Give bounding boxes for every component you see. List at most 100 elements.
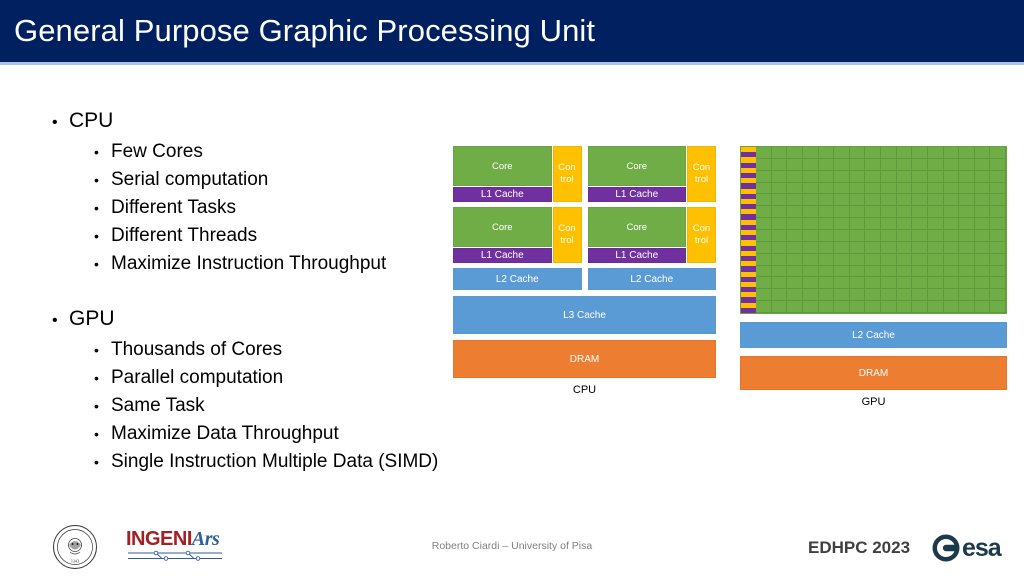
gpu-core-cell (865, 301, 881, 313)
gpu-core-cell (912, 229, 928, 242)
cpu-l2-cache-block: L2 Cache (587, 268, 716, 290)
gpu-core-cell (912, 170, 928, 183)
gpu-core-cell (802, 170, 819, 183)
gpu-core-cell (974, 241, 991, 254)
gpu-core-cell (959, 265, 975, 278)
gpu-core-cell (756, 158, 772, 171)
gpu-core-cell (849, 289, 866, 302)
gpu-core-cell (771, 229, 788, 242)
gpu-core-cell (912, 265, 928, 278)
gpu-core-cell (865, 277, 881, 290)
gpu-core-cell (787, 218, 803, 230)
gpu-core-cell (927, 241, 944, 254)
gpu-core-cell (756, 147, 772, 159)
gpu-core-cell (943, 289, 960, 302)
svg-text:1343: 1343 (71, 559, 79, 564)
gpu-dram-block: DRAM (740, 356, 1007, 390)
gpu-core-cell (990, 229, 1006, 242)
gpu-core-cell (756, 301, 772, 313)
gpu-core-cell (771, 182, 788, 195)
bullet-item-gpu: • GPU (52, 304, 452, 336)
gpu-core-cell (912, 206, 928, 219)
gpu-core-cell (881, 147, 897, 159)
control-label-line2: trol (694, 235, 709, 246)
gpu-core-cell (959, 147, 975, 159)
bullet-marker-icon: • (94, 172, 99, 188)
gpu-core-cell (756, 218, 772, 230)
gpu-core-cell (787, 301, 803, 313)
gpu-core-cell (974, 277, 991, 290)
gpu-core-cell (802, 218, 819, 230)
gpu-core-cell (927, 194, 944, 207)
gpu-core-cell (834, 182, 850, 195)
gpu-core-array (740, 146, 1007, 314)
bullet-subitem: • Few Cores (94, 138, 452, 166)
gpu-diagram-caption: GPU (861, 396, 886, 408)
gpu-core-cell (818, 265, 835, 278)
gpu-core-cell (943, 194, 960, 207)
gpu-core-cell (990, 158, 1006, 171)
cpu-core-row: Core L1 Cache Con trol Core L1 Cache Con… (453, 146, 716, 202)
gpu-core-cell (896, 301, 913, 313)
bullet-marker-icon: • (52, 312, 58, 329)
gpu-core-cell (927, 277, 944, 290)
gpu-core-cell (974, 229, 991, 242)
gpu-core-cell (912, 147, 928, 159)
gpu-core-cell (990, 277, 1006, 290)
gpu-core-grid (756, 147, 1006, 313)
gpu-core-cell (974, 218, 991, 230)
gpu-core-cell (974, 289, 991, 302)
gpu-core-cell (865, 158, 881, 171)
gpu-core-cell (990, 301, 1006, 313)
gpu-core-cell (802, 206, 819, 219)
bullet-sublabel: Serial computation (111, 169, 269, 190)
gpu-core-cell (959, 289, 975, 302)
gpu-core-cell (974, 182, 991, 195)
gpu-core-cell (896, 289, 913, 302)
gpu-core-cell (834, 289, 850, 302)
gpu-core-cell (990, 147, 1006, 159)
gpu-core-cell (881, 182, 897, 195)
header-underline (0, 62, 1024, 65)
gpu-core-cell (896, 265, 913, 278)
gpu-core-cell (943, 229, 960, 242)
gpu-core-cell (912, 277, 928, 290)
gpu-core-cell (818, 241, 835, 254)
bullet-marker-icon: • (94, 144, 99, 160)
gpu-core-cell (881, 170, 897, 183)
gpu-core-cell (849, 241, 866, 254)
gpu-core-cell (865, 170, 881, 183)
gpu-core-cell (834, 229, 850, 242)
gpu-core-cell (990, 194, 1006, 207)
gpu-core-cell (974, 194, 991, 207)
bullet-sublabel: Different Tasks (111, 197, 236, 218)
gpu-core-cell (927, 218, 944, 230)
gpu-core-cell (881, 241, 897, 254)
cpu-dram-block: DRAM (453, 340, 716, 378)
gpu-core-cell (849, 158, 866, 171)
gpu-core-cell (943, 277, 960, 290)
gpu-core-cell (865, 194, 881, 207)
gpu-core-cell (849, 301, 866, 313)
gpu-core-cell (834, 158, 850, 171)
gpu-core-cell (818, 147, 835, 159)
gpu-core-cell (787, 265, 803, 278)
gpu-core-cell (974, 301, 991, 313)
gpu-core-cell (927, 170, 944, 183)
gpu-core-cell (865, 147, 881, 159)
gpu-core-cell (959, 182, 975, 195)
bullet-sublabel: Different Threads (111, 225, 258, 246)
cpu-control-block: Con trol (552, 207, 582, 263)
bullet-item-cpu: • CPU (52, 106, 452, 138)
gpu-core-cell (896, 170, 913, 183)
gpu-core-cell (865, 241, 881, 254)
gpu-core-cell (927, 289, 944, 302)
gpu-core-cell (849, 170, 866, 183)
gpu-core-cell (943, 170, 960, 183)
gpu-core-cell (787, 206, 803, 219)
gpu-core-cell (959, 218, 975, 230)
gpu-core-cell (912, 182, 928, 195)
cpu-l2-cache-block: L2 Cache (453, 268, 582, 290)
gpu-core-cell (896, 229, 913, 242)
gpu-l1-cache-band (741, 307, 756, 313)
